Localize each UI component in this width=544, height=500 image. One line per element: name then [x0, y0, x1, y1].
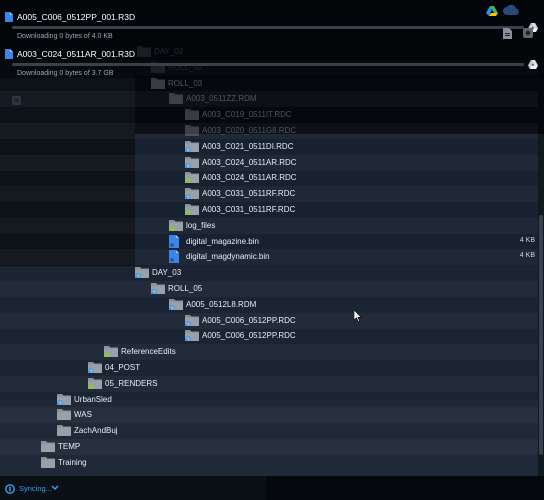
settings-icon[interactable] [523, 28, 533, 38]
file-icon [169, 234, 179, 248]
folder-row[interactable]: DAY_03 [0, 265, 538, 281]
file-row[interactable]: digital_magdynamic.bin 4 KB [0, 249, 538, 265]
download-filename: A005_C006_0512PP_001.R3D [17, 12, 136, 22]
folder-row[interactable]: TEMP [0, 439, 538, 455]
drive-sync-icon[interactable] [486, 6, 498, 16]
folder-icon [169, 92, 183, 105]
folder-row[interactable]: log_files [0, 218, 538, 234]
mouse-cursor-icon [354, 310, 362, 322]
sync-icon [5, 484, 15, 494]
folder-row[interactable]: ZachAndBuj [0, 423, 538, 439]
sync-status-bar[interactable]: Syncing... [0, 476, 266, 500]
item-name: WAS [74, 410, 92, 420]
folder-row[interactable]: UrbanSled [0, 392, 538, 408]
folder-row[interactable]: A003_C031_0511RF.RDC [0, 186, 538, 202]
document-icon [5, 12, 13, 22]
folder-row[interactable]: ROLL_05 [0, 281, 538, 297]
folder-synced-icon [104, 345, 118, 358]
download-item[interactable]: A005_C006_0512PP_001.R3D Downloading 0 b… [0, 9, 544, 43]
item-name: 05_RENDERS [105, 378, 158, 388]
item-name: A003_C024_0511AR.RDC [202, 173, 297, 183]
folder-syncing-icon [57, 393, 71, 405]
item-name: TEMP [58, 442, 81, 451]
folder-row[interactable]: A003_C019_0511IT.RDC [0, 107, 538, 123]
folder-row[interactable]: WAS [0, 407, 538, 423]
folder-icon [57, 408, 71, 421]
item-name: A003_0511ZZ.RDM [186, 94, 257, 104]
download-progress-bar [12, 63, 524, 66]
download-item[interactable]: A003_C024_0511AR_001.R3D Downloading 0 b… [0, 46, 544, 80]
file-icon [169, 250, 179, 264]
item-name: A003_C031_0511RF.RDC [202, 205, 296, 214]
item-name: A003_C020_0511G8.RDC [202, 126, 297, 135]
folder-synced-icon [185, 171, 199, 184]
item-name: A003_C031_0511RF.RDC [202, 189, 296, 199]
folder-syncing-icon [135, 266, 149, 279]
document-icon [5, 49, 13, 59]
item-name: ZachAndBuj [74, 426, 118, 436]
toolbar-icons [478, 0, 544, 44]
folder-syncing-icon [185, 187, 199, 200]
item-name: log_files [186, 220, 216, 230]
folder-icon [41, 440, 55, 452]
download-filename: A003_C024_0511AR_001.R3D [17, 49, 135, 59]
folder-row[interactable]: A005_C006_0512PP.RDC [0, 313, 538, 329]
folder-syncing-icon [88, 361, 102, 373]
download-progress-text: Downloading 0 bytes of 4.0 KB [17, 33, 113, 40]
folder-row[interactable]: Training [0, 455, 538, 471]
folder-row[interactable]: A003_C031_0511RF.RDC [0, 202, 538, 218]
document-icon[interactable] [503, 28, 512, 39]
item-name: digital_magdynamic.bin [186, 252, 270, 262]
folder-row[interactable]: 04_POST [0, 360, 538, 376]
folder-synced-icon [88, 377, 102, 389]
folder-synced-icon [185, 203, 199, 215]
folder-icon [57, 424, 71, 437]
item-name: ReferenceEdits [121, 347, 176, 357]
item-name: Training [58, 457, 87, 467]
folder-row[interactable]: A003_C024_0511AR.RDC [0, 155, 538, 171]
item-name: digital_magazine.bin [186, 236, 259, 246]
file-row[interactable]: digital_magazine.bin 4 KB [0, 234, 538, 250]
folder-syncing-icon [185, 156, 199, 168]
folder-row[interactable]: A003_C020_0511G8.RDC [0, 123, 538, 139]
folder-row[interactable]: 05_RENDERS [0, 376, 538, 392]
item-name: ROLL_05 [168, 284, 203, 293]
google-drive-icon [528, 60, 538, 69]
item-name: DAY_03 [152, 268, 182, 278]
document-icon [12, 96, 21, 105]
item-name: A005_0512L8.RDM [186, 299, 257, 309]
folder-row[interactable]: A005_C006_0512PP.RDC [0, 328, 538, 344]
folder-icon [185, 124, 199, 136]
file-size: 4 KB [519, 252, 535, 260]
item-name: A003_C024_0511AR.RDC [202, 157, 297, 167]
folder-row[interactable]: ReferenceEdits [0, 344, 538, 360]
folder-row[interactable]: A005_0512L8.RDM [0, 297, 538, 313]
folder-syncing-icon [185, 140, 199, 152]
item-name: A003_C021_0511DI.RDC [202, 141, 294, 151]
chevron-down-icon[interactable] [51, 485, 59, 491]
folder-icon [185, 108, 199, 121]
folder-syncing-icon [185, 329, 199, 342]
folder-syncing-icon [185, 314, 199, 326]
folder-row[interactable]: A003_C021_0511DI.RDC [0, 139, 538, 155]
item-name: A003_C019_0511IT.RDC [202, 110, 292, 120]
folder-row[interactable]: A003_C024_0511AR.RDC [0, 170, 538, 186]
folder-icon [41, 456, 55, 468]
folder-syncing-icon [151, 282, 165, 294]
item-name: UrbanSled [74, 394, 112, 404]
cloud-icon[interactable] [503, 4, 519, 15]
download-progress-text: Downloading 0 bytes of 3.7 GB [17, 70, 114, 77]
sync-status-text: Syncing... [19, 484, 52, 493]
scrollbar-thumb[interactable] [539, 215, 543, 455]
item-name: A005_C006_0512PP.RDC [202, 331, 296, 341]
folder-row[interactable]: A003_0511ZZ.RDM [0, 91, 538, 107]
file-size: 4 KB [519, 236, 535, 244]
folder-synced-icon [169, 219, 183, 231]
item-name: 04_POST [105, 363, 141, 372]
download-progress-bar [12, 26, 524, 29]
folder-syncing-icon [169, 298, 183, 310]
item-name: A005_C006_0512PP.RDC [202, 315, 296, 325]
